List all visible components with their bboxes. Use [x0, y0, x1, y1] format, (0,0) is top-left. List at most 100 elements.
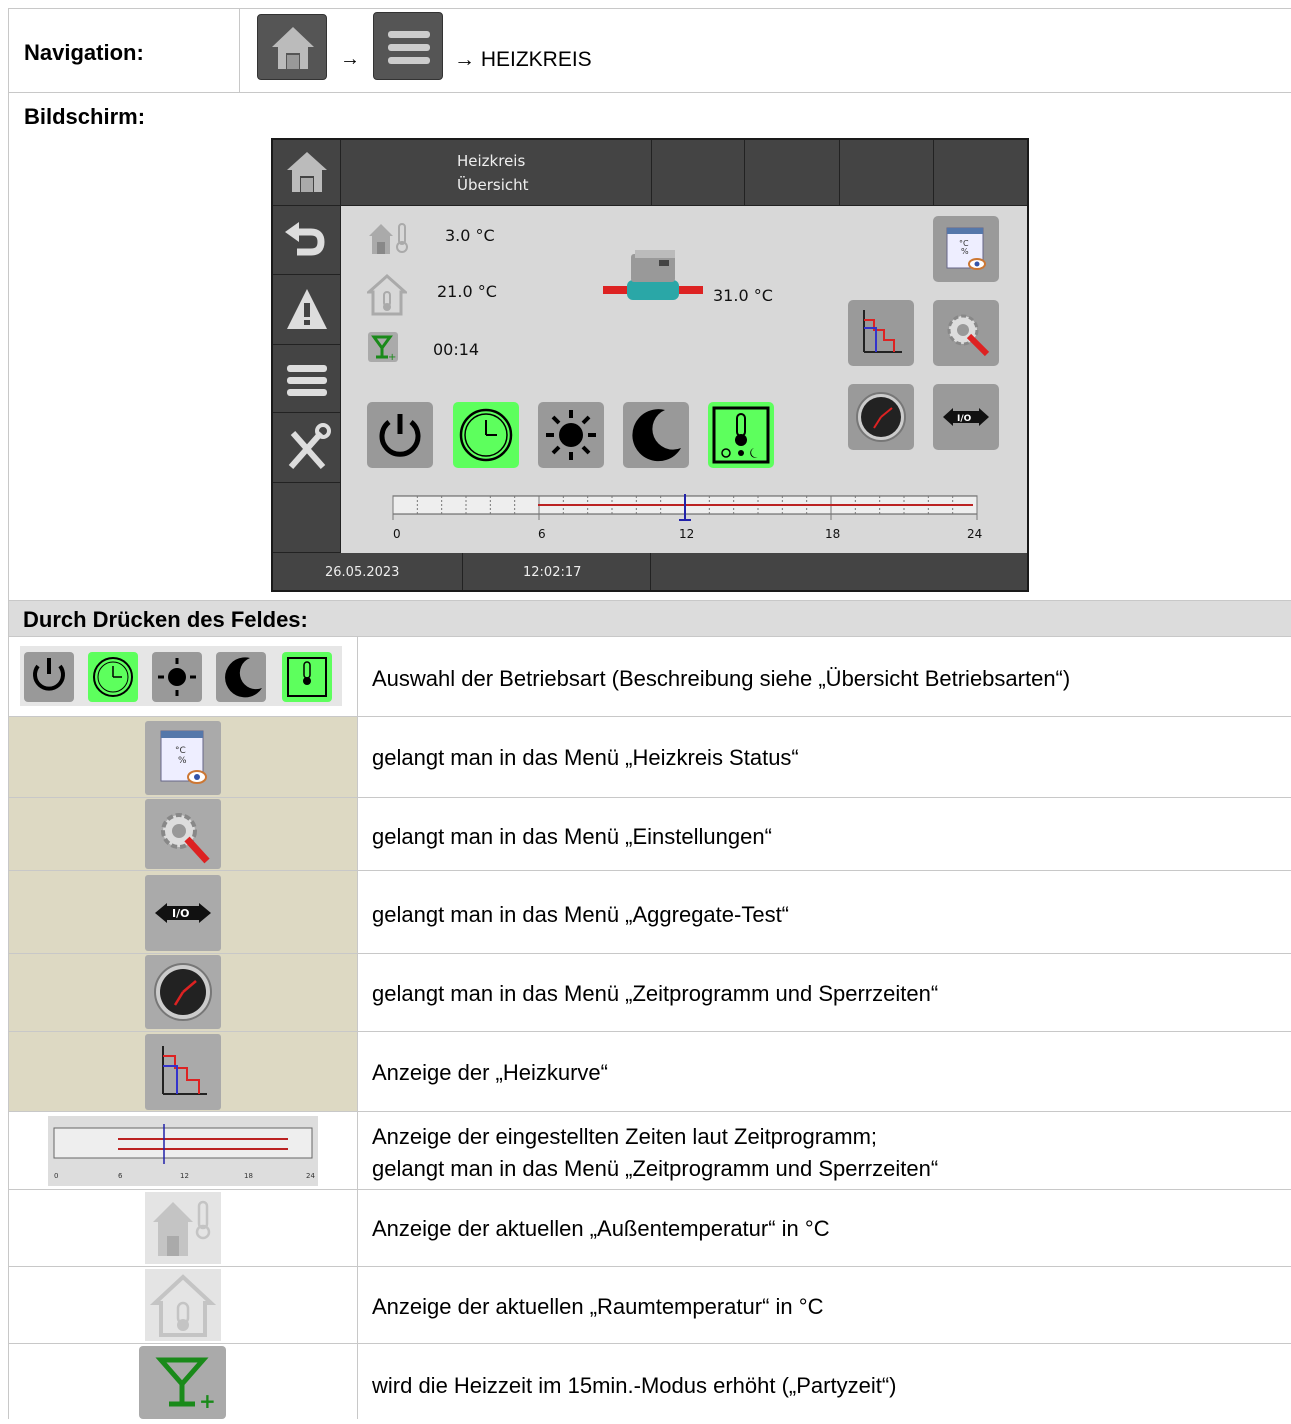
flow-temp-value: 31.0 °C — [713, 286, 773, 305]
settings-button[interactable] — [933, 300, 999, 366]
outdoor-temp-value: 3.0 °C — [445, 226, 495, 245]
header-slot-1[interactable] — [652, 140, 745, 206]
heating-curve-icon — [863, 310, 902, 353]
room-temp-icon[interactable] — [367, 274, 407, 316]
device-screen: Heizkreis Übersicht 26.05.2023 12:02:17 … — [271, 138, 1029, 592]
status-icon: °C % — [946, 227, 986, 270]
party-time-value: 00:14 — [433, 340, 480, 359]
back-icon — [285, 222, 325, 256]
svg-text:°C: °C — [175, 746, 186, 756]
status-date-cell: 26.05.2023 — [273, 553, 463, 590]
header-slot-4[interactable] — [934, 140, 1027, 206]
sun-icon — [546, 410, 596, 460]
svg-text:%: % — [961, 247, 969, 256]
row-text-outdoor: Anzeige der aktuellen „Außentemperatur“ … — [372, 1216, 830, 1241]
svg-text:0: 0 — [54, 1172, 58, 1180]
screen-label: Bildschirm: — [24, 104, 146, 129]
timeline-bar[interactable]: 0 6 12 18 24 — [383, 490, 983, 550]
row-text-room: Anzeige der aktuellen „Raumtemperatur“ i… — [372, 1294, 824, 1319]
row-icon-cell-curve — [9, 1032, 357, 1111]
row-icon-cell-clock — [9, 954, 357, 1031]
row-icon-cell-io: I/O — [9, 871, 357, 953]
svg-text:%: % — [178, 756, 187, 766]
mode-off-button[interactable] — [367, 402, 433, 468]
row-text-clock: gelangt man in das Menü „Zeitprogramm un… — [372, 981, 939, 1006]
mode-buttons-strip — [20, 646, 342, 706]
press-section-header: Durch Drücken des Feldes: — [9, 601, 1291, 636]
svg-text:+: + — [388, 352, 396, 362]
room-temp-value: 21.0 °C — [437, 282, 497, 301]
power-icon — [379, 414, 421, 457]
row-text-status: gelangt man in das Menü „Heizkreis Statu… — [372, 745, 799, 770]
svg-text:I/O: I/O — [957, 414, 972, 424]
mode-day-button[interactable] — [538, 402, 604, 468]
header-slot-2[interactable] — [745, 140, 840, 206]
device-home-button[interactable] — [273, 140, 341, 206]
svg-text:18: 18 — [244, 1172, 253, 1180]
clock-dial-icon — [856, 392, 906, 442]
header-title-line2: Übersicht — [457, 176, 529, 194]
timeline-icon: 0 6 12 18 24 — [48, 1116, 318, 1186]
menu-button[interactable] — [273, 345, 341, 413]
warning-icon — [287, 289, 327, 329]
party-icon[interactable]: + — [368, 332, 398, 363]
row-text-modes: Auswahl der Betriebsart (Beschreibung si… — [372, 666, 1071, 691]
thermometer-auto-icon — [712, 406, 770, 464]
timeline-tick-label: 24 — [967, 527, 982, 541]
header-title-line1: Heizkreis — [457, 152, 526, 170]
row-text-timeline-1: Anzeige der eingestellten Zeiten laut Ze… — [372, 1124, 878, 1149]
status-icon: °C % — [145, 721, 221, 795]
heating-curve-icon — [145, 1034, 221, 1110]
mode-night-button[interactable] — [623, 402, 689, 468]
timeline-tick-label: 0 — [393, 527, 401, 541]
menu-icon — [287, 365, 327, 396]
status-time: 12:02:17 — [523, 565, 582, 580]
press-section-label: Durch Drücken des Feldes: — [23, 607, 308, 632]
home-icon[interactable] — [257, 14, 327, 80]
back-button[interactable] — [273, 206, 341, 275]
row-text-settings: gelangt man in das Menü „Einstellungen“ — [372, 824, 772, 849]
timeline-tick-label: 12 — [679, 527, 694, 541]
svg-text:I/O: I/O — [172, 907, 189, 920]
nav-target: → HEIZKREIS — [454, 48, 592, 71]
menu-icon[interactable] — [373, 12, 443, 80]
row-text-curve: Anzeige der „Heizkurve“ — [372, 1060, 608, 1085]
tools-button[interactable] — [273, 413, 341, 483]
row-text-party: wird die Heizzeit im 15min.-Modus erhöht… — [372, 1373, 897, 1398]
svg-text:6: 6 — [118, 1172, 123, 1180]
row-text-io: gelangt man in das Menü „Aggregate-Test“ — [372, 902, 790, 927]
navigation-label: Navigation: — [24, 40, 144, 65]
heating-curve-button[interactable] — [848, 300, 914, 366]
row-text-timeline-2: gelangt man in das Menü „Zeitprogramm un… — [372, 1156, 939, 1181]
home-icon — [287, 152, 327, 192]
clock-icon — [459, 408, 513, 462]
row-icon-cell-settings — [9, 798, 357, 870]
io-test-icon: I/O — [943, 408, 989, 426]
pump-icon — [603, 250, 703, 300]
clock-button[interactable] — [848, 384, 914, 450]
status-empty — [651, 553, 1027, 590]
svg-text:24: 24 — [306, 1172, 315, 1180]
timeline-tick-label: 6 — [538, 527, 546, 541]
device-header-title: Heizkreis Übersicht — [341, 140, 652, 206]
status-time-cell: 12:02:17 — [463, 553, 651, 590]
settings-icon — [947, 314, 990, 357]
status-button[interactable]: °C % — [933, 216, 999, 282]
party-icon: + — [139, 1346, 226, 1419]
io-test-button[interactable]: I/O — [933, 384, 999, 450]
outdoor-temp-icon — [145, 1192, 221, 1264]
mode-auto-button[interactable] — [453, 402, 519, 468]
tools-icon — [288, 423, 331, 469]
row-icon-cell-status: °C % — [9, 717, 357, 797]
clock-dial-icon — [145, 955, 221, 1029]
room-temp-icon — [145, 1269, 221, 1341]
settings-icon — [145, 799, 221, 869]
warning-button[interactable] — [273, 275, 341, 345]
mode-thermostat-button[interactable] — [708, 402, 774, 468]
outdoor-temp-icon[interactable] — [367, 220, 411, 256]
svg-text:12: 12 — [180, 1172, 189, 1180]
header-slot-3[interactable] — [840, 140, 934, 206]
svg-text:+: + — [199, 1389, 216, 1413]
io-test-icon: I/O — [145, 875, 221, 951]
moon-icon — [632, 409, 681, 462]
